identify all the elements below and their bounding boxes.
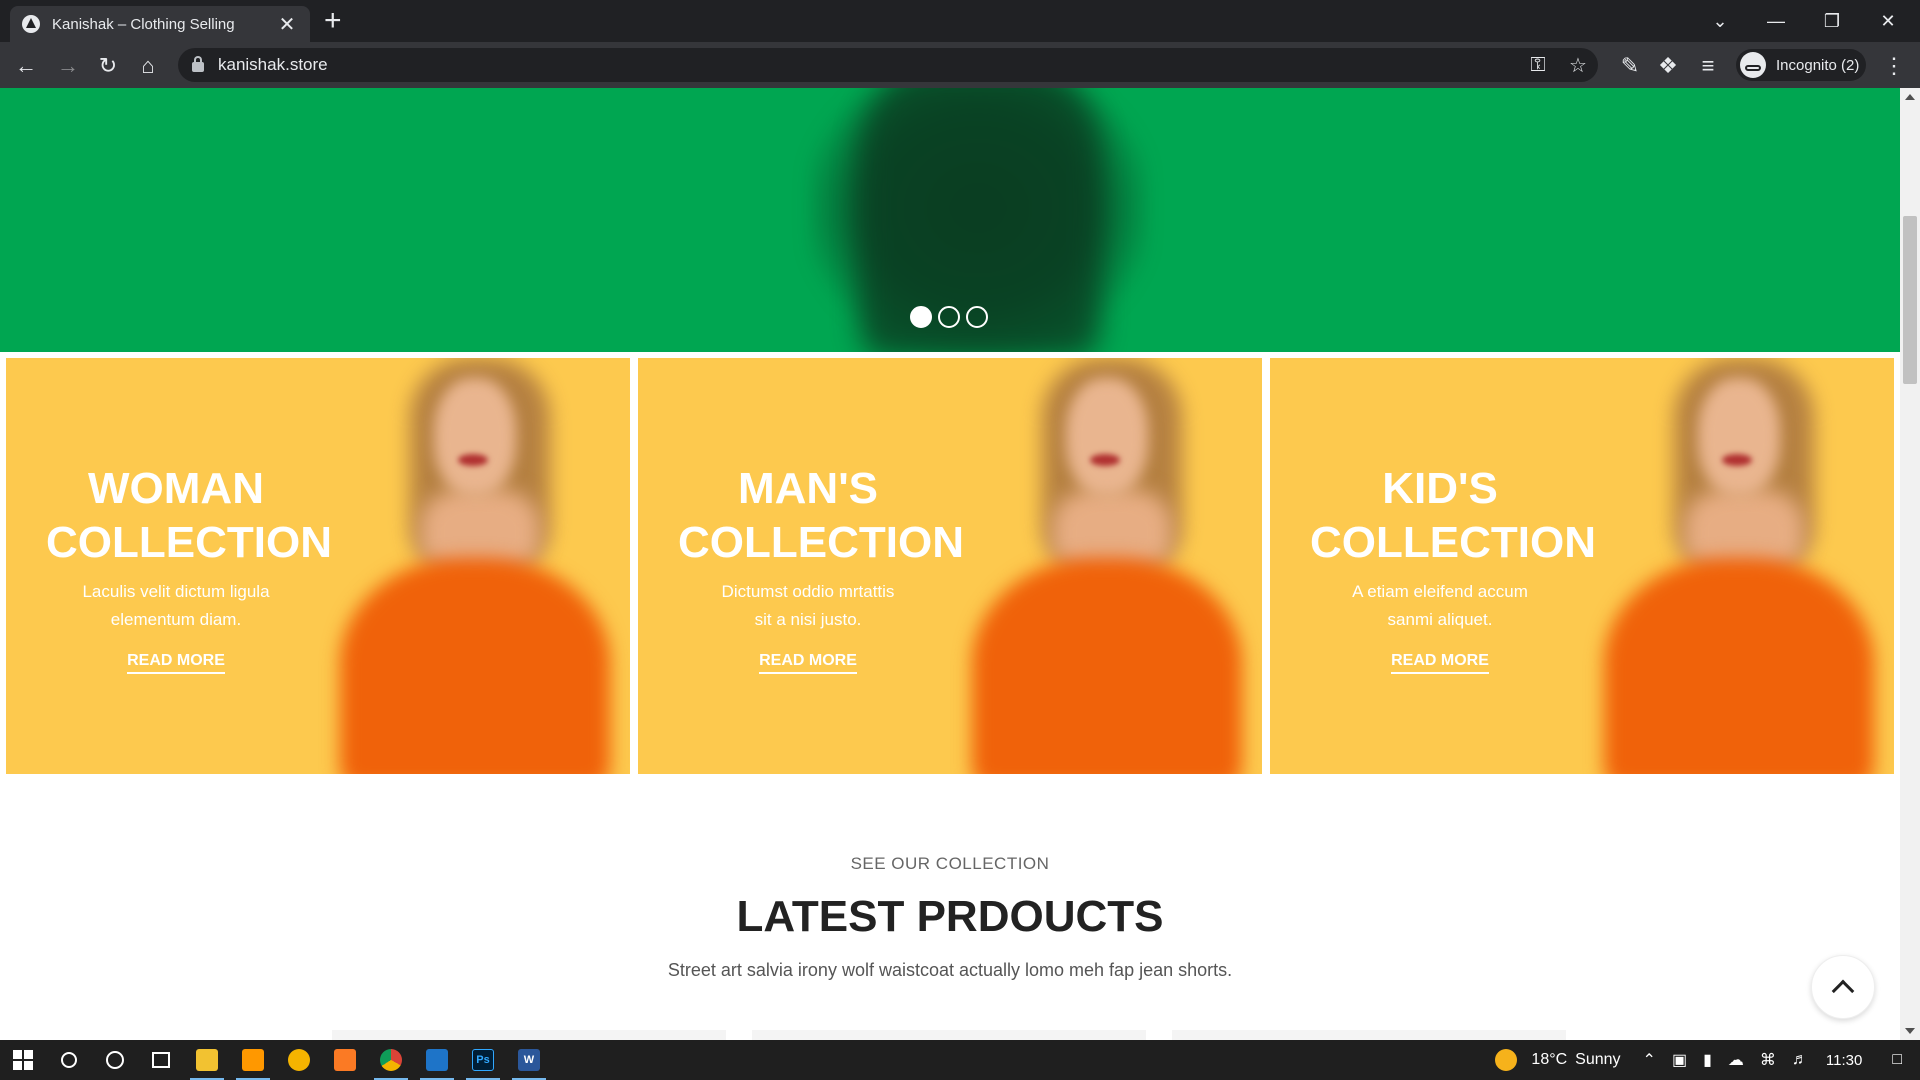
url-text[interactable]: kanishak.store bbox=[218, 55, 1518, 75]
incognito-label: Incognito (2) bbox=[1776, 56, 1860, 74]
banner-model-image bbox=[962, 358, 1262, 774]
section-kicker: SEE OUR COLLECTION bbox=[850, 854, 1050, 873]
start-button[interactable] bbox=[0, 1040, 46, 1080]
slider-dots bbox=[910, 306, 988, 328]
banner-model-image bbox=[1594, 358, 1894, 774]
chrome-icon[interactable] bbox=[368, 1040, 414, 1080]
section-subtitle: Street art salvia irony wolf waistcoat a… bbox=[667, 960, 1233, 980]
read-more-link[interactable]: READ MORE bbox=[1391, 652, 1489, 674]
scroll-up-icon[interactable] bbox=[1905, 94, 1915, 100]
pen-extension-icon[interactable]: ✎ bbox=[1614, 50, 1646, 82]
slider-dot-2[interactable] bbox=[938, 306, 960, 328]
site-favicon-icon bbox=[22, 15, 40, 33]
notification-center-icon[interactable]: □ bbox=[1892, 1051, 1902, 1069]
browser-toolbar: ← → ↻ ⌂ kanishak.store ⚿ ☆ ✎ ❖ ≡ Incogni… bbox=[0, 42, 1920, 88]
weather-sun-icon[interactable] bbox=[1495, 1049, 1518, 1071]
reload-button[interactable]: ↻ bbox=[92, 50, 124, 82]
banner-description: Dictumst oddio mrtattis sit a nisi justo… bbox=[721, 582, 895, 629]
minimize-window-button[interactable]: — bbox=[1748, 0, 1804, 42]
cortana-icon[interactable] bbox=[92, 1040, 138, 1080]
hero-slider bbox=[0, 88, 1900, 352]
product-card[interactable] bbox=[1172, 1030, 1566, 1040]
close-window-button[interactable]: ✕ bbox=[1860, 0, 1916, 42]
extensions-puzzle-icon[interactable]: ❖ bbox=[1652, 50, 1684, 82]
tab-close-icon[interactable]: ✕ bbox=[276, 12, 298, 37]
chevron-up-icon bbox=[1831, 979, 1855, 1003]
new-tab-button[interactable]: + bbox=[324, 4, 342, 38]
slider-dot-1[interactable] bbox=[910, 306, 932, 328]
wifi-icon[interactable]: ⌘ bbox=[1760, 1050, 1776, 1070]
tab-title: Kanishak – Clothing Selling bbox=[52, 15, 235, 33]
banner-woman-collection[interactable]: WOMAN COLLECTION Laculis velit dictum li… bbox=[6, 358, 630, 774]
banner-text: WOMAN COLLECTION Laculis velit dictum li… bbox=[46, 462, 332, 674]
back-button[interactable]: ← bbox=[10, 50, 42, 82]
scroll-thumb[interactable] bbox=[1903, 216, 1917, 384]
banner-description: Laculis velit dictum ligula elementum di… bbox=[82, 582, 270, 629]
banner-title: MAN'S COLLECTION bbox=[678, 464, 964, 567]
address-bar[interactable]: kanishak.store ⚿ ☆ bbox=[178, 48, 1598, 82]
file-explorer-icon[interactable] bbox=[184, 1040, 230, 1080]
browser-tab[interactable]: Kanishak – Clothing Selling ✕ bbox=[10, 6, 310, 42]
forward-button[interactable]: → bbox=[52, 50, 84, 82]
banner-mans-collection[interactable]: MAN'S COLLECTION Dictumst oddio mrtattis… bbox=[638, 358, 1262, 774]
lock-icon[interactable] bbox=[192, 56, 204, 72]
scroll-to-top-button[interactable] bbox=[1811, 955, 1875, 1019]
search-icon[interactable] bbox=[46, 1040, 92, 1080]
windows-logo-icon bbox=[13, 1050, 33, 1070]
sublime-text-icon[interactable] bbox=[230, 1040, 276, 1080]
weather-condition[interactable]: Sunny bbox=[1575, 1051, 1620, 1069]
banner-kids-collection[interactable]: KID'S COLLECTION A etiam eleifend accum … bbox=[1270, 358, 1894, 774]
banner-title: KID'S COLLECTION bbox=[1310, 464, 1596, 567]
banner-text: MAN'S COLLECTION Dictumst oddio mrtattis… bbox=[678, 462, 964, 674]
word-icon[interactable]: W bbox=[506, 1040, 552, 1080]
weather-temperature[interactable]: 18°C bbox=[1531, 1051, 1567, 1069]
scroll-down-icon[interactable] bbox=[1905, 1028, 1915, 1034]
banner-model-image bbox=[330, 358, 630, 774]
page-viewport: WOMAN COLLECTION Laculis velit dictum li… bbox=[0, 88, 1900, 1040]
tab-search-icon[interactable]: ⌄ bbox=[1692, 0, 1748, 42]
read-more-link[interactable]: READ MORE bbox=[759, 652, 857, 674]
onedrive-cloud-icon[interactable]: ☁ bbox=[1728, 1050, 1744, 1070]
volume-icon[interactable]: ♬ bbox=[1792, 1051, 1808, 1069]
system-tray: 18°C Sunny ⌃ ▣ ▮ ☁ ⌘ ♬ 11:30 □ bbox=[1495, 1040, 1920, 1080]
product-card[interactable] bbox=[332, 1030, 726, 1040]
product-card[interactable] bbox=[752, 1030, 1146, 1040]
collection-banners: WOMAN COLLECTION Laculis velit dictum li… bbox=[6, 358, 1894, 774]
photos-icon[interactable] bbox=[414, 1040, 460, 1080]
banner-title: WOMAN COLLECTION bbox=[46, 464, 332, 567]
battery-icon[interactable]: ▮ bbox=[1703, 1050, 1712, 1070]
page-scrollbar[interactable] bbox=[1900, 88, 1920, 1040]
browser-menu-icon[interactable]: ⋮ bbox=[1878, 50, 1910, 82]
xampp-icon[interactable] bbox=[322, 1040, 368, 1080]
clock-time[interactable]: 11:30 bbox=[1826, 1052, 1862, 1069]
windows-taskbar: Ps W 18°C Sunny ⌃ ▣ ▮ ☁ ⌘ ♬ 11:30 □ bbox=[0, 1040, 1920, 1080]
app-icon[interactable] bbox=[276, 1040, 322, 1080]
banner-text: KID'S COLLECTION A etiam eleifend accum … bbox=[1310, 462, 1596, 674]
media-controls-icon[interactable]: ≡ bbox=[1692, 50, 1724, 82]
home-button[interactable]: ⌂ bbox=[132, 50, 164, 82]
incognito-profile-button[interactable]: Incognito (2) bbox=[1736, 49, 1866, 81]
incognito-icon bbox=[1740, 52, 1766, 78]
slider-dot-3[interactable] bbox=[966, 306, 988, 328]
latest-products-section: SEE OUR COLLECTION LATEST PRDOUCTS Stree… bbox=[0, 854, 1900, 981]
photoshop-icon[interactable]: Ps bbox=[460, 1040, 506, 1080]
task-view-icon[interactable] bbox=[138, 1040, 184, 1080]
read-more-link[interactable]: READ MORE bbox=[127, 652, 225, 674]
bookmark-star-icon[interactable]: ☆ bbox=[1558, 53, 1598, 78]
password-key-icon[interactable]: ⚿ bbox=[1518, 54, 1558, 77]
chevron-up-tray-icon[interactable]: ⌃ bbox=[1643, 1050, 1656, 1070]
banner-description: A etiam eleifend accum sanmi aliquet. bbox=[1352, 582, 1528, 629]
meet-now-icon[interactable]: ▣ bbox=[1672, 1050, 1687, 1070]
browser-tab-bar: Kanishak – Clothing Selling ✕ + ⌄ — ❐ ✕ bbox=[0, 0, 1920, 42]
restore-window-button[interactable]: ❐ bbox=[1804, 0, 1860, 42]
section-title: LATEST PRDOUCTS bbox=[736, 892, 1164, 941]
